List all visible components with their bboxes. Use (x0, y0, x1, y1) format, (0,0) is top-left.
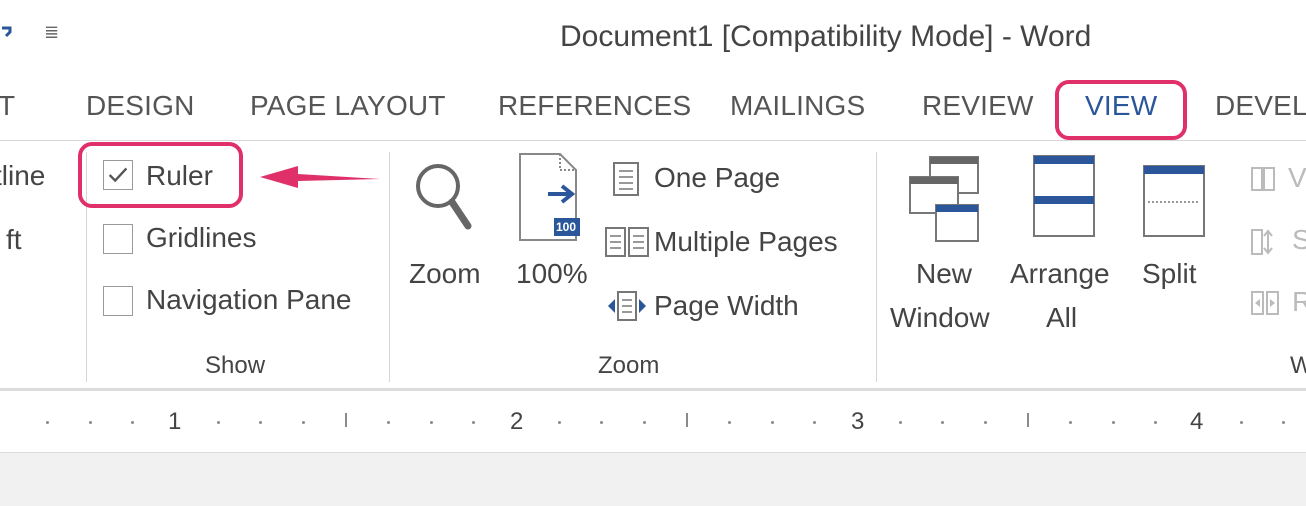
ribbon-bottom-border (0, 388, 1306, 391)
view-side-by-side-button[interactable]: V (1288, 162, 1306, 194)
tab-developer-partial[interactable]: DEVEL (1215, 90, 1306, 122)
arrange-all-line2[interactable]: All (1046, 302, 1077, 334)
group-separator (389, 152, 390, 382)
split-button[interactable]: Split (1142, 258, 1196, 290)
synchronous-scrolling-icon (1251, 229, 1273, 255)
arrange-all-icon (1033, 155, 1095, 237)
ruler-highlight-box (78, 142, 243, 208)
group-separator (876, 152, 877, 382)
ruler-half-tick (1027, 413, 1029, 427)
ruler-number: 2 (510, 408, 524, 435)
ruler-dot (984, 421, 987, 424)
navigation-pane-checkbox[interactable] (103, 286, 133, 316)
zoom-100-button[interactable]: 100% (516, 258, 588, 290)
ruler-dot (1282, 421, 1285, 424)
outline-button[interactable]: tline (0, 160, 45, 192)
one-page-icon (613, 162, 639, 196)
ruler-dot (430, 421, 433, 424)
ruler-dot (302, 421, 305, 424)
ruler-dot (899, 421, 902, 424)
horizontal-ruler[interactable] (0, 392, 1306, 452)
zoom-group-label: Zoom (598, 352, 660, 379)
ruler-number: 3 (851, 408, 865, 435)
gridlines-label[interactable]: Gridlines (146, 222, 256, 254)
tab-insert-partial[interactable]: T (0, 90, 15, 122)
ruler-dot (1154, 421, 1157, 424)
ruler-half-tick (686, 413, 688, 427)
ruler-half-tick (345, 413, 347, 427)
ruler-dot (643, 421, 646, 424)
synchronous-scrolling-button[interactable]: S (1292, 224, 1306, 256)
new-window-line2[interactable]: Window (890, 302, 990, 334)
ruler-dot (131, 421, 134, 424)
arrange-all-line1[interactable]: Arrange (1010, 258, 1110, 290)
zoom-button[interactable]: Zoom (409, 258, 481, 290)
ruler-dot (813, 421, 816, 424)
quick-access-customize-icon[interactable]: ≣ (44, 22, 59, 43)
annotation-arrow-icon (260, 166, 380, 188)
ruler-dot (728, 421, 731, 424)
tab-page-layout[interactable]: PAGE LAYOUT (250, 90, 446, 122)
reset-window-position-button[interactable]: R (1292, 286, 1306, 318)
ruler-dot (1112, 421, 1115, 424)
window-group-label: W (1290, 352, 1306, 379)
ruler-number: 4 (1190, 408, 1204, 435)
page-width-icon (608, 291, 646, 321)
draft-button[interactable]: ft (6, 224, 22, 256)
split-icon (1143, 165, 1205, 237)
ruler-dot (89, 421, 92, 424)
gridlines-checkbox[interactable] (103, 224, 133, 254)
ruler-dot (558, 421, 561, 424)
multiple-pages-icon (605, 227, 649, 257)
tab-review[interactable]: REVIEW (922, 90, 1034, 122)
ruler-dot (941, 421, 944, 424)
show-group-label: Show (205, 352, 266, 379)
window-title: Document1 [Compatibility Mode] - Word (560, 20, 1092, 53)
multiple-pages-button[interactable]: Multiple Pages (654, 226, 838, 258)
ruler-number: 1 (168, 408, 182, 435)
ruler-dot (600, 421, 603, 424)
ruler-dot (387, 421, 390, 424)
ruler-dot (259, 421, 262, 424)
ruler-dot (46, 421, 49, 424)
ruler-dot (1240, 421, 1243, 424)
zoom-100-badge: 100 (556, 220, 577, 234)
document-area (0, 452, 1306, 506)
one-page-button[interactable]: One Page (654, 162, 780, 194)
tab-mailings[interactable]: MAILINGS (730, 90, 865, 122)
ruler-dot (472, 421, 475, 424)
quick-access-undo-icon[interactable] (0, 24, 22, 44)
ruler-dot (217, 421, 220, 424)
new-window-line1[interactable]: New (916, 258, 972, 290)
tab-references[interactable]: REFERENCES (498, 90, 691, 122)
magnifier-icon (416, 164, 472, 230)
navigation-pane-label[interactable]: Navigation Pane (146, 284, 351, 316)
page-width-button[interactable]: Page Width (654, 290, 799, 322)
tab-design[interactable]: DESIGN (86, 90, 195, 122)
new-window-icon (909, 156, 979, 242)
view-tab-highlight-box (1055, 80, 1187, 140)
ruler-dot (771, 421, 774, 424)
reset-window-position-icon (1251, 291, 1279, 315)
view-side-by-side-icon (1251, 167, 1275, 191)
ruler-dot (1069, 421, 1072, 424)
